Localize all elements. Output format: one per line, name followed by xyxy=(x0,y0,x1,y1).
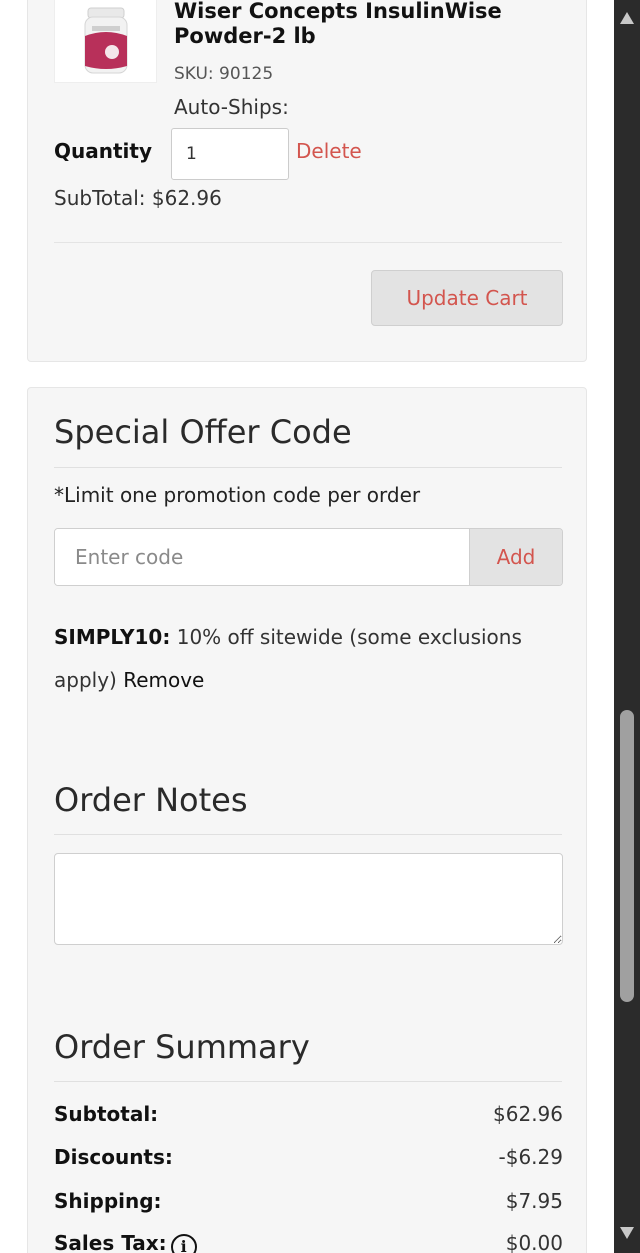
divider xyxy=(54,467,562,468)
product-title[interactable]: Wiser Concepts InsulinWise Powder-2 lb xyxy=(174,0,574,49)
summary-value: $0.00 xyxy=(505,1231,563,1253)
product-sku: SKU: 90125 xyxy=(174,64,274,84)
chevron-down-icon[interactable] xyxy=(620,1227,634,1239)
promo-code-name: SIMPLY10: xyxy=(54,625,171,649)
autoship-label: Auto-Ships: xyxy=(174,95,289,119)
summary-label: Subtotal: xyxy=(54,1102,159,1126)
divider xyxy=(54,1081,562,1082)
summary-row-shipping: Shipping: $7.95 xyxy=(54,1189,563,1219)
delete-link[interactable]: Delete xyxy=(296,139,362,163)
summary-row-discounts: Discounts: -$6.29 xyxy=(54,1145,563,1175)
info-icon[interactable]: i xyxy=(170,1234,197,1253)
chevron-up-icon[interactable] xyxy=(620,12,634,24)
summary-value: $7.95 xyxy=(505,1189,563,1213)
product-thumbnail[interactable] xyxy=(54,0,157,83)
order-notes-title: Order Notes xyxy=(54,781,248,819)
sales-tax-label: Sales Tax: xyxy=(54,1231,167,1253)
divider xyxy=(54,834,562,835)
vertical-scrollbar[interactable] xyxy=(614,0,640,1253)
order-summary-title: Order Summary xyxy=(54,1028,310,1066)
divider xyxy=(54,242,562,243)
checkout-details-card: Special Offer Code *Limit one promotion … xyxy=(27,387,587,1253)
special-offer-title: Special Offer Code xyxy=(54,413,352,451)
summary-row-subtotal: Subtotal: $62.96 xyxy=(54,1102,563,1132)
summary-label: Sales Tax: i xyxy=(54,1231,197,1253)
quantity-input[interactable] xyxy=(171,128,289,180)
promo-code-group: Add xyxy=(54,528,563,586)
add-code-button[interactable]: Add xyxy=(469,529,562,585)
summary-value: $62.96 xyxy=(493,1102,563,1126)
item-subtotal: SubTotal: $62.96 xyxy=(54,186,222,210)
promo-limit-note: *Limit one promotion code per order xyxy=(54,483,421,507)
update-cart-button[interactable]: Update Cart xyxy=(371,270,563,326)
summary-label: Shipping: xyxy=(54,1189,162,1213)
quantity-label: Quantity xyxy=(54,139,152,163)
summary-value: -$6.29 xyxy=(498,1145,563,1169)
order-notes-textarea[interactable] xyxy=(54,853,563,945)
page-viewport: Wiser Concepts InsulinWise Powder-2 lb S… xyxy=(0,0,614,1253)
summary-row-sales-tax: Sales Tax: i $0.00 xyxy=(54,1231,563,1253)
cart-item-card: Wiser Concepts InsulinWise Powder-2 lb S… xyxy=(27,0,587,362)
applied-promo: SIMPLY10: 10% off sitewide (some exclusi… xyxy=(54,616,554,702)
remove-promo-link[interactable]: Remove xyxy=(123,668,204,692)
summary-label: Discounts: xyxy=(54,1145,173,1169)
scroll-thumb[interactable] xyxy=(620,710,634,1002)
product-jar-icon xyxy=(84,7,128,74)
promo-code-input[interactable] xyxy=(55,529,470,585)
